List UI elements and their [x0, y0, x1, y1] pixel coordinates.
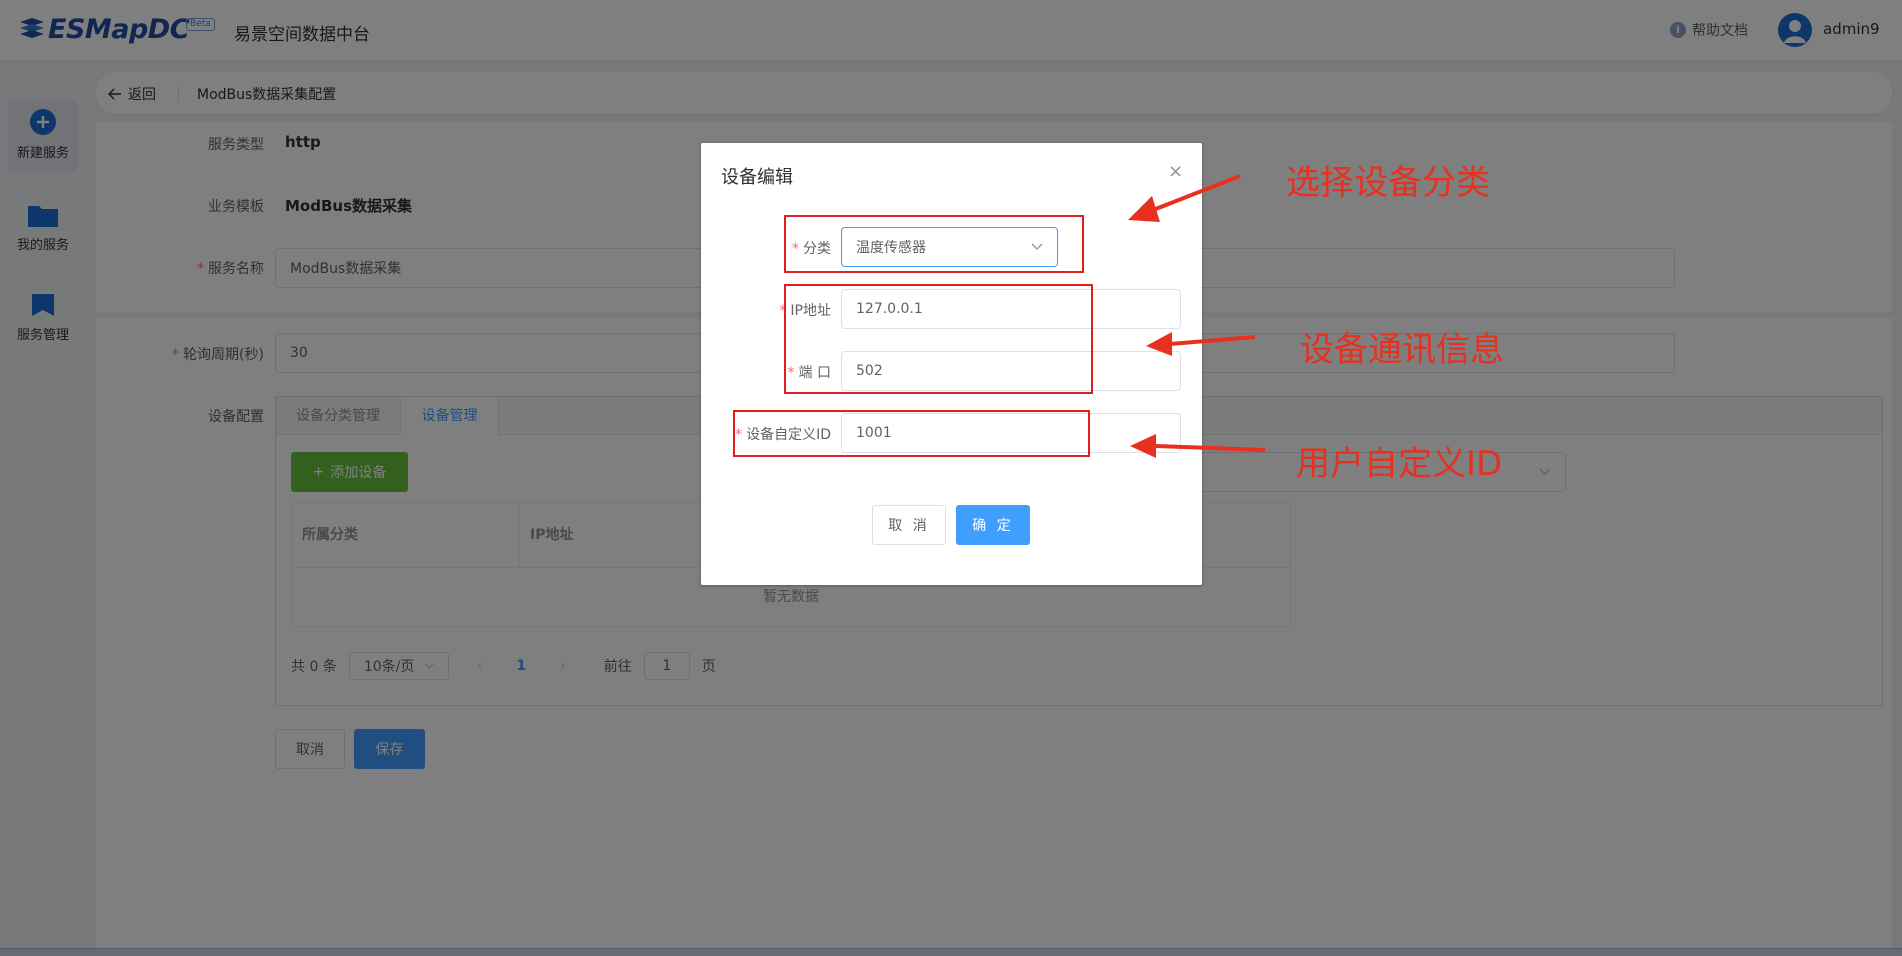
annotation-custom-id-text: 用户自定义ID	[1296, 444, 1503, 484]
annotation-comm-text: 设备通讯信息	[1300, 330, 1504, 370]
annotation-arrows	[1128, 174, 1266, 458]
annotation-category-text: 选择设备分类	[1286, 163, 1490, 203]
